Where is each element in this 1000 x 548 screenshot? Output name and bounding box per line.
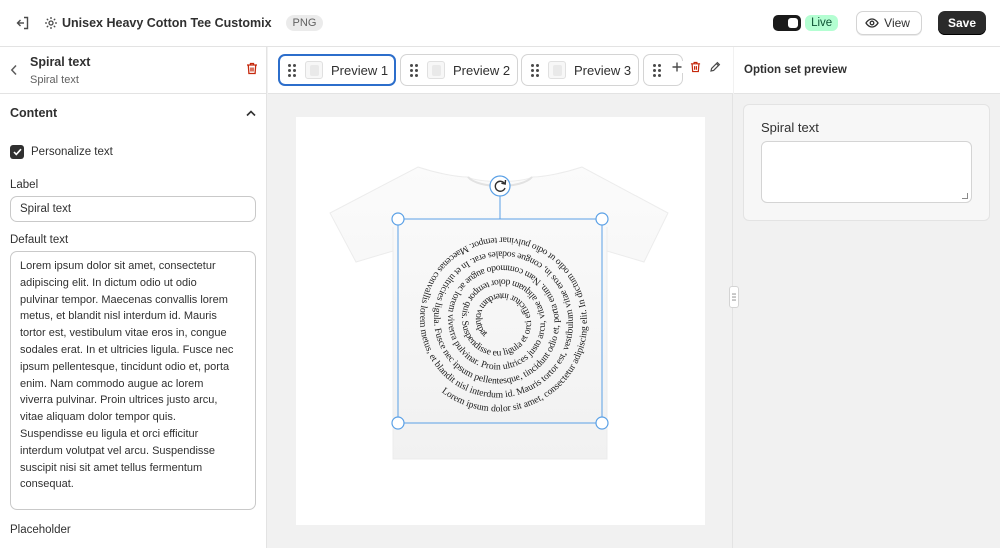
save-button[interactable]: Save (937, 11, 986, 35)
text-line: Suspendisse eu ligula et orci efficitur (20, 427, 199, 440)
pencil-icon[interactable] (709, 61, 721, 73)
option-preview-card: Spiral text (743, 104, 990, 221)
file-type-badge: PNG (285, 15, 324, 31)
preview-field-label: Spiral text (761, 120, 819, 135)
text-line: sodales erat. In et ultricies ligula. Fu… (20, 343, 234, 356)
tab-label: Preview 3 (574, 62, 632, 78)
text-line: pulvinar tempor. Maecenas convallis lore… (20, 293, 228, 306)
view-button[interactable]: View (856, 11, 922, 35)
design-canvas[interactable]: Lorem ipsum dolor sit amet, consectetur … (292, 109, 705, 525)
resize-handle-bottom-left[interactable] (391, 416, 405, 430)
section-title: Content (10, 106, 58, 120)
text-line: consequat. (20, 478, 74, 491)
text-line: viverra pulvinar. Proin ultrices justo a… (20, 394, 218, 407)
resize-handle-top-right[interactable] (595, 212, 609, 226)
top-bar: Unisex Heavy Cotton Tee Customix PNG Liv… (0, 0, 1000, 47)
spiral-text-path: Lorem ipsum dolor sit amet, consectetur … (292, 109, 590, 415)
eye-icon (865, 16, 879, 30)
tab-label: Preview 1 (331, 62, 389, 78)
default-text-input[interactable]: Lorem ipsum dolor sit amet, consectetur … (10, 251, 256, 510)
tab-preview-1[interactable]: Preview 1 (278, 54, 396, 86)
text-line: metus, et blandit nisl interdum id. Maur… (20, 310, 217, 323)
preview-thumbnail (305, 61, 323, 79)
text-line: Lorem ipsum dolor sit amet, consectetur (20, 260, 216, 272)
resize-handle-top-left[interactable] (391, 212, 405, 226)
resize-handle-bottom-right[interactable] (595, 416, 609, 430)
personalize-row[interactable]: Personalize text (0, 132, 266, 162)
panel-subtitle: Spiral text (30, 74, 79, 86)
drag-handle-icon[interactable] (531, 63, 539, 77)
right-panel: Option set preview Spiral text (734, 47, 1000, 548)
content-section-header[interactable]: Content (0, 94, 266, 132)
left-panel: Spiral text Spiral text Content Personal… (0, 47, 267, 548)
drag-handle-icon[interactable] (653, 63, 661, 77)
label-input[interactable]: Spiral text (10, 196, 256, 222)
panel-title-group: Spiral text Spiral text (30, 55, 90, 86)
preview-area: Preview 1 Preview 2 Preview 3 Lorem ipsu… (268, 47, 733, 548)
exit-icon[interactable] (14, 14, 32, 32)
text-line: tortor est, vestibulum vitae eros in, co… (20, 327, 227, 340)
live-toggle[interactable] (773, 15, 802, 31)
default-text-label: Default text (10, 234, 69, 246)
text-line: suscipit nisi sit amet tellus fermentum (20, 461, 203, 474)
drag-handle-icon[interactable] (288, 63, 296, 77)
option-set-preview-title: Option set preview (734, 47, 1000, 94)
tab-tools (668, 61, 721, 73)
text-line: vitae aliquam dolor tempor quis. (20, 411, 176, 424)
gear-icon (44, 16, 58, 30)
drag-handle-icon[interactable] (410, 63, 418, 77)
trash-icon[interactable] (690, 61, 701, 73)
text-line: enim. Nam commodo augue ac lorem (20, 377, 204, 390)
personalize-label: Personalize text (31, 146, 113, 158)
text-line: interdum volutpat vel arcu. Suspendisse (20, 444, 216, 457)
checkmark-icon (12, 148, 22, 156)
trash-icon[interactable] (246, 62, 258, 78)
label-field-label: Label (10, 179, 39, 191)
tshirt-mockup: Lorem ipsum dolor sit amet, consectetur … (292, 109, 669, 460)
panel-resize-handle[interactable] (729, 286, 739, 308)
personalize-checkbox[interactable] (10, 145, 24, 159)
rotate-icon[interactable] (489, 175, 511, 197)
text-line: adipiscing elit. In dictum odio ut odio (20, 276, 197, 289)
panel-title: Spiral text (30, 55, 91, 69)
preview-text-input[interactable] (761, 141, 972, 203)
panel-header: Spiral text Spiral text (0, 47, 266, 94)
chevron-up-icon[interactable] (246, 106, 256, 120)
text-line: ipsum pellentesque, tincidunt odio et, p… (20, 360, 230, 373)
plus-icon[interactable] (672, 62, 682, 72)
preview-thumbnail (548, 61, 566, 79)
tab-label: Preview 2 (453, 62, 511, 78)
product-title: Unisex Heavy Cotton Tee Customix (62, 16, 272, 30)
preview-thumbnail (427, 61, 445, 79)
topbar-actions: Live View Save (773, 11, 986, 35)
tab-preview-2[interactable]: Preview 2 (400, 54, 518, 86)
live-badge: Live (805, 15, 839, 31)
placeholder-label: Placeholder (10, 524, 71, 536)
spiral-text[interactable]: Lorem ipsum dolor sit amet, consectetur … (292, 109, 590, 415)
preview-tabs: Preview 1 Preview 2 Preview 3 (268, 47, 733, 94)
tab-preview-3[interactable]: Preview 3 (521, 54, 639, 86)
chevron-left-icon[interactable] (10, 55, 22, 85)
view-button-label: View (884, 16, 910, 30)
